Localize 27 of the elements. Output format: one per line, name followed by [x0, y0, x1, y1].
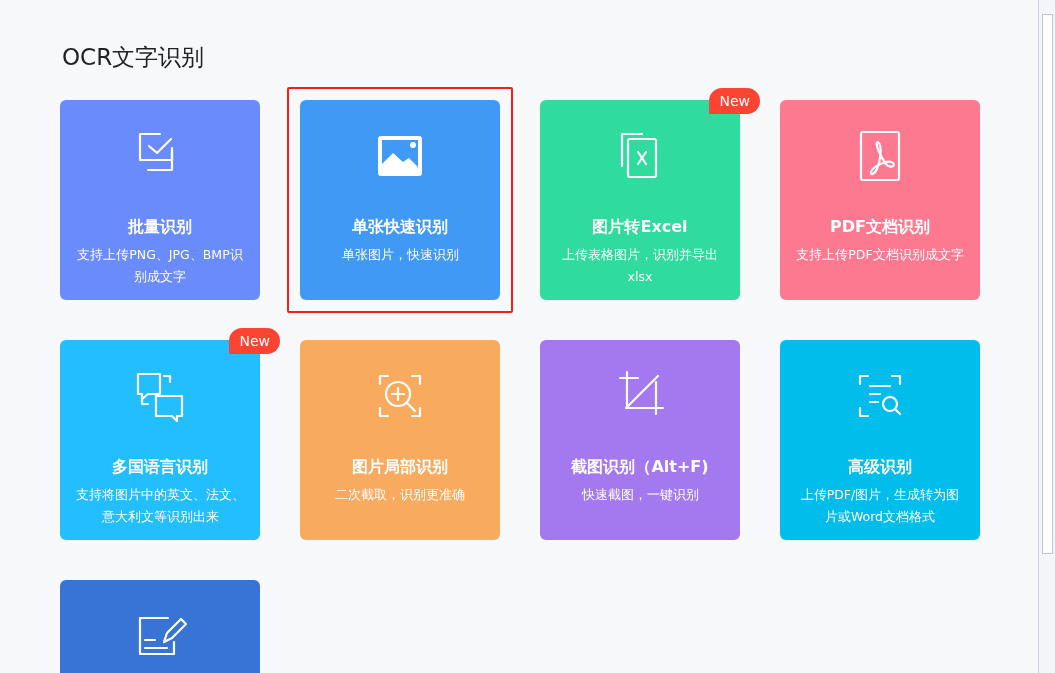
page-title: OCR文字识别 — [62, 43, 206, 72]
card-title: 截图识别（Alt+F) — [571, 456, 709, 478]
card-description: 支持上传PNG、JPG、BMP识别成文字 — [76, 246, 244, 286]
feature-card[interactable]: 高级识别 上传PDF/图片，生成转为图片或Word文档格式 — [780, 340, 980, 540]
card-description: 快速截图，一键识别 — [580, 486, 700, 504]
card-description: 二次截取，识别更准确 — [334, 486, 466, 504]
new-badge: New — [709, 88, 760, 114]
card-title: 单张快速识别 — [352, 216, 448, 238]
card-title: 高级识别 — [848, 456, 912, 478]
new-badge: New — [229, 328, 280, 354]
card-title: PDF文档识别 — [830, 216, 930, 238]
scrollbar[interactable] — [1038, 0, 1055, 673]
card-description: 单张图片，快速识别 — [340, 246, 460, 264]
card-description: 支持将图片中的英文、法文、意大利文等识别出来 — [74, 486, 246, 526]
card-title: 多国语言识别 — [112, 456, 208, 478]
feature-card[interactable]: 批量识别 支持上传PNG、JPG、BMP识别成文字 — [60, 100, 260, 300]
feature-card[interactable]: 单张快速识别 单张图片，快速识别 — [300, 100, 500, 300]
card-title: 批量识别 — [128, 216, 192, 238]
card-title: 图片转Excel — [592, 216, 688, 238]
scrollbar-thumb[interactable] — [1042, 14, 1053, 554]
feature-card[interactable]: 图片局部识别 二次截取，识别更准确 — [300, 340, 500, 540]
feature-card[interactable]: PDF文档识别 支持上传PDF文档识别成文字 — [780, 100, 980, 300]
card-description: 支持上传PDF文档识别成文字 — [795, 246, 965, 264]
card-title: 图片局部识别 — [352, 456, 448, 478]
feature-card[interactable]: 截图识别（Alt+F) 快速截图，一键识别 — [540, 340, 740, 540]
card-description: 上传表格图片，识别并导出xlsx — [561, 246, 719, 286]
card-description: 上传PDF/图片，生成转为图片或Word文档格式 — [799, 486, 961, 526]
